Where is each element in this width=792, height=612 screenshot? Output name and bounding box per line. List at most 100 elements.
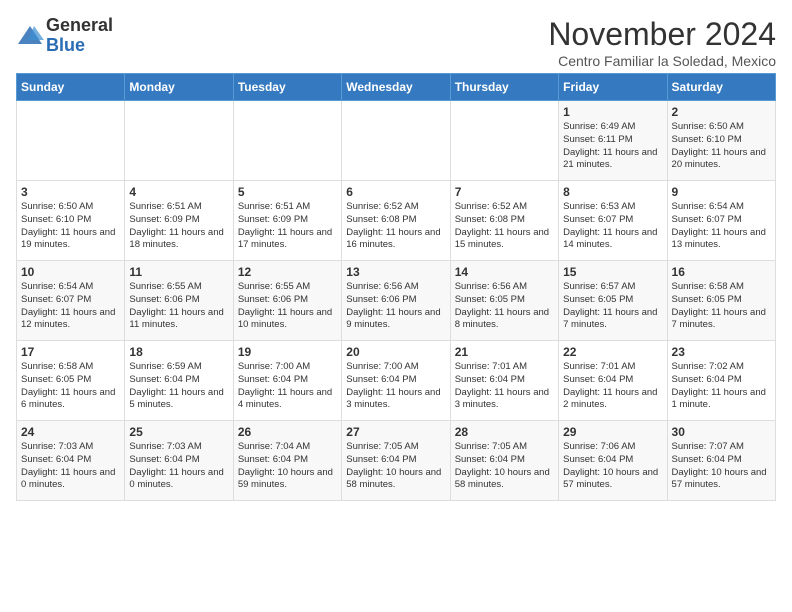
calendar-cell: 30Sunrise: 7:07 AM Sunset: 6:04 PM Dayli… — [667, 421, 775, 501]
calendar-cell — [17, 101, 125, 181]
calendar-cell: 18 Sunrise: 6:59 AM Sunset: 6:04 PM Dayli… — [125, 341, 233, 421]
weekday-header-wednesday: Wednesday — [342, 74, 450, 101]
calendar-week-2: 3 Sunrise: 6:50 AM Sunset: 6:10 PM Daylig… — [17, 181, 776, 261]
calendar-cell: 26 Sunrise: 7:04 AM Sunset: 6:04 PM Dayli… — [233, 421, 341, 501]
calendar-cell: 4Sunrise: 6:51 AM Sunset: 6:09 PM Daylig… — [125, 181, 233, 261]
location-subtitle: Centro Familiar la Soledad, Mexico — [548, 53, 776, 69]
calendar-cell — [233, 101, 341, 181]
month-title: November 2024 — [548, 16, 776, 53]
calendar-week-1: 1 Sunrise: 6:49 AM Sunset: 6:11 PM Daylig… — [17, 101, 776, 181]
day-number: 2 — [672, 105, 771, 119]
calendar-cell: 2 Sunrise: 6:50 AM Sunset: 6:10 PM Daylig… — [667, 101, 775, 181]
calendar-cell — [342, 101, 450, 181]
calendar-cell: 10Sunrise: 6:54 AM Sunset: 6:07 PM Dayli… — [17, 261, 125, 341]
cell-info: Sunrise: 6:51 AM Sunset: 6:09 PM Dayligh… — [129, 201, 228, 252]
calendar-cell: 7 Sunrise: 6:52 AM Sunset: 6:08 PM Daylig… — [450, 181, 558, 261]
cell-info: Sunrise: 7:00 AM Sunset: 6:04 PM Dayligh… — [346, 361, 445, 412]
calendar-cell: 5Sunrise: 6:51 AM Sunset: 6:09 PM Daylig… — [233, 181, 341, 261]
day-number: 29 — [563, 425, 662, 439]
cell-info: Sunrise: 6:57 AM Sunset: 6:05 PM Dayligh… — [563, 281, 662, 332]
day-number: 13 — [346, 265, 445, 279]
calendar-cell: 23 Sunrise: 7:02 AM Sunset: 6:04 PM Dayli… — [667, 341, 775, 421]
weekday-header-row: SundayMondayTuesdayWednesdayThursdayFrid… — [17, 74, 776, 101]
calendar-cell: 17 Sunrise: 6:58 AM Sunset: 6:05 PM Dayli… — [17, 341, 125, 421]
day-number: 27 — [346, 425, 445, 439]
calendar-cell — [450, 101, 558, 181]
cell-info: Sunrise: 7:01 AM Sunset: 6:04 PM Dayligh… — [563, 361, 662, 412]
calendar-cell: 1 Sunrise: 6:49 AM Sunset: 6:11 PM Daylig… — [559, 101, 667, 181]
day-number: 3 — [21, 185, 120, 199]
cell-info: Sunrise: 6:50 AM Sunset: 6:10 PM Dayligh… — [672, 121, 771, 172]
cell-info: Sunrise: 7:02 AM Sunset: 6:04 PM Dayligh… — [672, 361, 771, 412]
cell-info: Sunrise: 7:07 AM Sunset: 6:04 PM Dayligh… — [672, 441, 771, 492]
page-header: General Blue November 2024 Centro Famili… — [16, 16, 776, 69]
cell-info: Sunrise: 7:05 AM Sunset: 6:04 PM Dayligh… — [346, 441, 445, 492]
day-number: 20 — [346, 345, 445, 359]
day-number: 6 — [346, 185, 445, 199]
day-number: 17 — [21, 345, 120, 359]
weekday-header-tuesday: Tuesday — [233, 74, 341, 101]
cell-info: Sunrise: 6:53 AM Sunset: 6:07 PM Dayligh… — [563, 201, 662, 252]
cell-info: Sunrise: 7:00 AM Sunset: 6:04 PM Dayligh… — [238, 361, 337, 412]
calendar-cell: 12 Sunrise: 6:55 AM Sunset: 6:06 PM Dayli… — [233, 261, 341, 341]
calendar-week-3: 10Sunrise: 6:54 AM Sunset: 6:07 PM Dayli… — [17, 261, 776, 341]
cell-info: Sunrise: 6:50 AM Sunset: 6:10 PM Dayligh… — [21, 201, 120, 252]
day-number: 23 — [672, 345, 771, 359]
calendar-cell: 11 Sunrise: 6:55 AM Sunset: 6:06 PM Dayli… — [125, 261, 233, 341]
day-number: 12 — [238, 265, 337, 279]
weekday-header-saturday: Saturday — [667, 74, 775, 101]
calendar-week-5: 24 Sunrise: 7:03 AM Sunset: 6:04 PM Dayli… — [17, 421, 776, 501]
calendar-cell: 19 Sunrise: 7:00 AM Sunset: 6:04 PM Dayli… — [233, 341, 341, 421]
cell-info: Sunrise: 6:54 AM Sunset: 6:07 PM Dayligh… — [672, 201, 771, 252]
calendar-week-4: 17 Sunrise: 6:58 AM Sunset: 6:05 PM Dayli… — [17, 341, 776, 421]
calendar-cell: 13 Sunrise: 6:56 AM Sunset: 6:06 PM Dayli… — [342, 261, 450, 341]
logo: General Blue — [16, 16, 113, 56]
calendar-cell: 15Sunrise: 6:57 AM Sunset: 6:05 PM Dayli… — [559, 261, 667, 341]
cell-info: Sunrise: 6:58 AM Sunset: 6:05 PM Dayligh… — [672, 281, 771, 332]
calendar-cell: 6 Sunrise: 6:52 AM Sunset: 6:08 PM Daylig… — [342, 181, 450, 261]
cell-info: Sunrise: 6:55 AM Sunset: 6:06 PM Dayligh… — [238, 281, 337, 332]
cell-info: Sunrise: 6:56 AM Sunset: 6:06 PM Dayligh… — [346, 281, 445, 332]
calendar-cell: 14Sunrise: 6:56 AM Sunset: 6:05 PM Dayli… — [450, 261, 558, 341]
calendar-cell: 3 Sunrise: 6:50 AM Sunset: 6:10 PM Daylig… — [17, 181, 125, 261]
day-number: 1 — [563, 105, 662, 119]
cell-info: Sunrise: 6:52 AM Sunset: 6:08 PM Dayligh… — [346, 201, 445, 252]
day-number: 7 — [455, 185, 554, 199]
cell-info: Sunrise: 6:55 AM Sunset: 6:06 PM Dayligh… — [129, 281, 228, 332]
calendar-cell: 9 Sunrise: 6:54 AM Sunset: 6:07 PM Daylig… — [667, 181, 775, 261]
calendar-header: SundayMondayTuesdayWednesdayThursdayFrid… — [17, 74, 776, 101]
weekday-header-thursday: Thursday — [450, 74, 558, 101]
day-number: 24 — [21, 425, 120, 439]
cell-info: Sunrise: 7:03 AM Sunset: 6:04 PM Dayligh… — [21, 441, 120, 492]
logo-blue-text: Blue — [46, 35, 85, 55]
calendar-cell: 24 Sunrise: 7:03 AM Sunset: 6:04 PM Dayli… — [17, 421, 125, 501]
day-number: 5 — [238, 185, 337, 199]
day-number: 10 — [21, 265, 120, 279]
calendar-cell: 16Sunrise: 6:58 AM Sunset: 6:05 PM Dayli… — [667, 261, 775, 341]
cell-info: Sunrise: 6:59 AM Sunset: 6:04 PM Dayligh… — [129, 361, 228, 412]
day-number: 28 — [455, 425, 554, 439]
calendar-cell: 20 Sunrise: 7:00 AM Sunset: 6:04 PM Dayli… — [342, 341, 450, 421]
day-number: 22 — [563, 345, 662, 359]
calendar-cell: 8 Sunrise: 6:53 AM Sunset: 6:07 PM Daylig… — [559, 181, 667, 261]
calendar-cell: 22 Sunrise: 7:01 AM Sunset: 6:04 PM Dayli… — [559, 341, 667, 421]
day-number: 19 — [238, 345, 337, 359]
cell-info: Sunrise: 7:05 AM Sunset: 6:04 PM Dayligh… — [455, 441, 554, 492]
day-number: 8 — [563, 185, 662, 199]
cell-info: Sunrise: 7:01 AM Sunset: 6:04 PM Dayligh… — [455, 361, 554, 412]
cell-info: Sunrise: 6:58 AM Sunset: 6:05 PM Dayligh… — [21, 361, 120, 412]
calendar-cell: 25Sunrise: 7:03 AM Sunset: 6:04 PM Dayli… — [125, 421, 233, 501]
calendar-table: SundayMondayTuesdayWednesdayThursdayFrid… — [16, 73, 776, 501]
day-number: 26 — [238, 425, 337, 439]
day-number: 11 — [129, 265, 228, 279]
day-number: 9 — [672, 185, 771, 199]
day-number: 18 — [129, 345, 228, 359]
logo-icon — [16, 22, 44, 50]
cell-info: Sunrise: 6:52 AM Sunset: 6:08 PM Dayligh… — [455, 201, 554, 252]
cell-info: Sunrise: 7:04 AM Sunset: 6:04 PM Dayligh… — [238, 441, 337, 492]
calendar-cell: 28 Sunrise: 7:05 AM Sunset: 6:04 PM Dayli… — [450, 421, 558, 501]
cell-info: Sunrise: 7:03 AM Sunset: 6:04 PM Dayligh… — [129, 441, 228, 492]
weekday-header-monday: Monday — [125, 74, 233, 101]
weekday-header-sunday: Sunday — [17, 74, 125, 101]
cell-info: Sunrise: 6:49 AM Sunset: 6:11 PM Dayligh… — [563, 121, 662, 172]
